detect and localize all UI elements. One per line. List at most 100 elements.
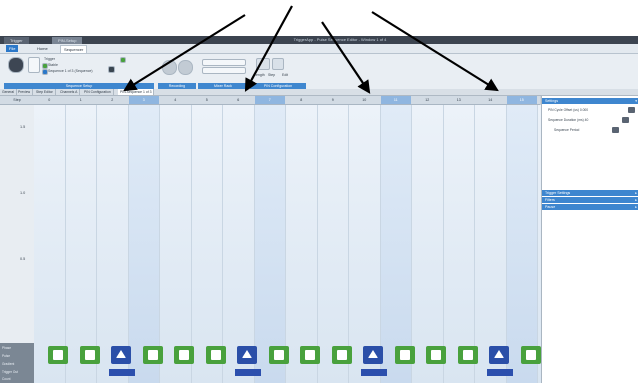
tab-home[interactable]: Home	[34, 45, 51, 52]
title-bar: Trigger PIN-Setup TriggerApp - Pulse Seq…	[0, 36, 638, 44]
pulse-square-icon	[147, 350, 158, 360]
step-column-header[interactable]: 2	[97, 96, 128, 104]
expand-icon[interactable]: ▸	[635, 190, 637, 196]
trigger-bar[interactable]	[235, 369, 261, 376]
ribbon-group-sequence-setup: Trigger Stable Sequence 1 of 3 (Sequence…	[4, 54, 154, 89]
step-column[interactable]	[191, 105, 223, 383]
field-spinner[interactable]	[622, 117, 629, 123]
pin-grid-icon[interactable]	[256, 58, 270, 70]
pulse-slot[interactable]	[268, 346, 289, 364]
field-spinner[interactable]	[628, 107, 635, 113]
step-column-header[interactable]: 14	[475, 96, 506, 104]
step-column-header[interactable]: 15	[506, 96, 537, 104]
step-column-header[interactable]: 3	[128, 96, 159, 104]
pulse-slot-active[interactable]	[363, 346, 383, 364]
ribbon-tabs: File Home Sequencer	[0, 44, 638, 54]
doc-tab-general[interactable]: General	[0, 89, 18, 95]
step-column[interactable]	[286, 105, 318, 383]
channel-labels: Phase Pulse Gradient Trigger Out Count	[0, 343, 34, 383]
settings-header[interactable]: Settings ▾	[542, 98, 638, 104]
expand-icon[interactable]: ▸	[635, 204, 637, 210]
step-column[interactable]	[34, 105, 66, 383]
edit-label: Edit	[282, 73, 289, 77]
pulse-square-icon	[273, 350, 284, 360]
step-column-header[interactable]: 12	[412, 96, 443, 104]
step-column[interactable]	[128, 105, 160, 383]
pulse-slot[interactable]	[426, 346, 446, 364]
doc-tab-pin-configuration[interactable]: PIN Configuration	[82, 89, 114, 95]
doc-tab-pin-sequence[interactable]: PIN-Sequence 1 of 3	[118, 89, 155, 95]
step-column-header[interactable]: 4	[160, 96, 191, 104]
pulse-slot[interactable]	[174, 346, 194, 364]
stop-icon[interactable]	[178, 60, 193, 75]
pulse-slot[interactable]	[331, 346, 352, 364]
step-column[interactable]	[160, 105, 192, 383]
step-column-header[interactable]: 8	[286, 96, 317, 104]
expand-icon[interactable]: ▸	[635, 197, 637, 203]
filters-header[interactable]: Filters ▸	[542, 197, 638, 203]
mixer-level[interactable]	[202, 67, 246, 74]
pulse-slot[interactable]	[142, 346, 163, 364]
step-column[interactable]	[475, 105, 507, 383]
step-column-header[interactable]: 6	[223, 96, 254, 104]
step-column[interactable]	[380, 105, 412, 383]
window-tab-2[interactable]: PIN-Setup	[52, 37, 83, 44]
step-column[interactable]	[443, 105, 475, 383]
step-column-header[interactable]: 7	[254, 96, 285, 104]
step-column[interactable]	[223, 105, 255, 383]
doc-tab-channels[interactable]: Channels A	[58, 89, 81, 95]
pulse-slot-active[interactable]	[237, 346, 257, 364]
window-tab-1[interactable]: Trigger	[4, 37, 29, 44]
pulse-up-icon	[242, 350, 252, 358]
channel-label: Pulse	[2, 354, 10, 358]
pulse-slot[interactable]	[457, 346, 478, 364]
step-column-header[interactable]: 1	[66, 96, 97, 104]
step-column-header[interactable]: 9	[318, 96, 349, 104]
step-column[interactable]	[65, 105, 97, 383]
field-spinner[interactable]	[612, 127, 619, 133]
trigger-bar[interactable]	[487, 369, 513, 376]
record-icon[interactable]	[162, 60, 177, 75]
channel-label: Gradient	[2, 362, 15, 366]
settings-gear-icon[interactable]	[8, 57, 24, 73]
pulse-slot[interactable]	[48, 346, 68, 364]
pulse-slot[interactable]	[520, 346, 541, 364]
dropdown-chevron-icon[interactable]	[108, 66, 115, 73]
length-label: Length	[254, 73, 265, 77]
file-menu[interactable]: File	[6, 45, 19, 52]
step-column[interactable]	[317, 105, 349, 383]
step-column[interactable]	[349, 105, 381, 383]
doc-tab-step-editor[interactable]: Step Editor	[34, 89, 56, 95]
pulse-square-icon	[399, 350, 410, 360]
tab-sequencer[interactable]: Sequencer	[60, 45, 88, 53]
pulse-slot[interactable]	[394, 346, 415, 364]
document-icon[interactable]	[28, 57, 40, 73]
step-column-header[interactable]: 10	[349, 96, 380, 104]
pulse-slot[interactable]	[205, 346, 226, 364]
section-title: Pause	[545, 205, 556, 209]
trigger-bar[interactable]	[109, 369, 135, 376]
pulse-slot[interactable]	[79, 346, 100, 364]
step-column-header[interactable]: 11	[380, 96, 411, 104]
step-column-header[interactable]: 5	[192, 96, 223, 104]
value-axis: 1.5 1.0 0.5	[0, 105, 35, 383]
pulse-slot-active[interactable]	[489, 346, 509, 364]
pulse-slot[interactable]	[300, 346, 320, 364]
step-column-header[interactable]: 0	[34, 96, 65, 104]
collapse-icon[interactable]: ▾	[635, 98, 637, 104]
step-column[interactable]	[254, 105, 286, 383]
pin-edit-icon[interactable]	[272, 58, 284, 70]
pulse-slot-active[interactable]	[111, 346, 131, 364]
trigger-settings-header[interactable]: Trigger Settings ▸	[542, 190, 638, 196]
pause-header[interactable]: Pause ▸	[542, 204, 638, 210]
pulse-up-icon	[368, 350, 378, 358]
step-column[interactable]	[506, 105, 538, 383]
mixer-slider[interactable]	[202, 59, 246, 66]
sequence-dot-icon	[42, 69, 48, 75]
trigger-bar[interactable]	[361, 369, 387, 376]
pulse-square-icon	[336, 350, 347, 360]
doc-tab-preview[interactable]: Preview	[16, 89, 34, 95]
step-column[interactable]	[412, 105, 444, 383]
step-column[interactable]	[97, 105, 129, 383]
step-column-header[interactable]: 13	[444, 96, 475, 104]
